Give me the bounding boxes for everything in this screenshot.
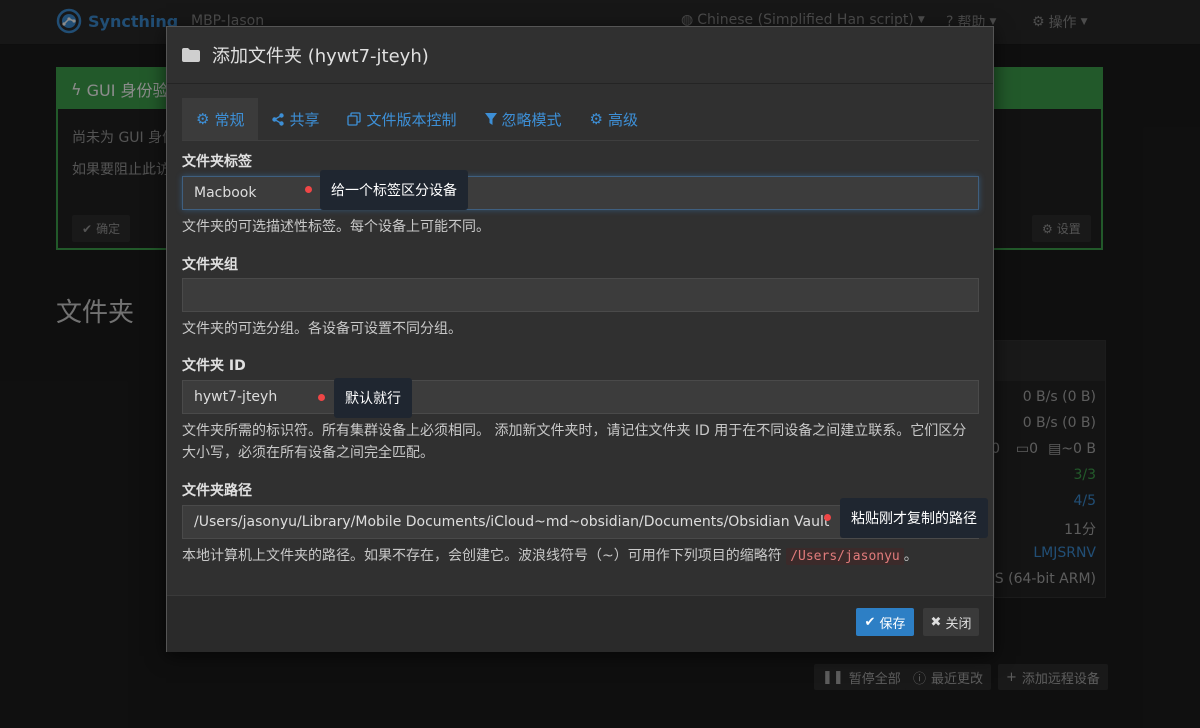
tab-advanced[interactable]: ⚙ 高级 (576, 98, 652, 140)
folder-id-input[interactable]: hywt7-jteyh (182, 380, 979, 414)
gears-icon: ⚙ (589, 110, 603, 128)
tab-ignore-label: 忽略模式 (501, 110, 562, 129)
gear-icon: ⚙ (196, 110, 210, 128)
close-label: 关闭 (945, 616, 972, 632)
tab-sharing-label: 共享 (289, 110, 320, 129)
folder-group-heading: 文件夹组 (182, 257, 238, 273)
annotation-dot (318, 394, 325, 401)
folder-path-help-end: 。 (903, 548, 918, 564)
folder-id-heading: 文件夹 ID (182, 358, 246, 374)
modal-tabs: ⚙ 常规 共享 文件版本控制 忽略模式 ⚙ 高级 (182, 98, 979, 141)
folder-path-help: 本地计算机上文件夹的路径。如果不存在，会创建它。波浪线符号（~）可用作下列项目的… (182, 545, 979, 568)
add-folder-modal: 添加文件夹 (hywt7-jteyh) ⚙ 常规 共享 文件版本控制 忽略模式 (166, 26, 994, 652)
tab-sharing[interactable]: 共享 (258, 98, 333, 140)
save-button[interactable]: ✔ 保存 (856, 608, 914, 636)
folder-icon (182, 48, 200, 62)
folder-path-heading: 文件夹路径 (182, 483, 252, 499)
close-icon: ✖ (930, 614, 942, 630)
filter-icon (484, 112, 497, 125)
folder-label-help: 文件夹的可选描述性标签。每个设备上可能不同。 (182, 219, 490, 235)
tab-ignore-patterns[interactable]: 忽略模式 (471, 98, 576, 140)
folder-id-help: 文件夹所需的标识符。所有集群设备上必须相同。 添加新文件夹时，请记住文件夹 ID… (182, 423, 967, 461)
annotation-dot (824, 514, 831, 521)
share-icon (272, 112, 285, 126)
tab-versioning-label: 文件版本控制 (366, 110, 457, 129)
folder-group-input[interactable] (182, 278, 979, 312)
tab-advanced-label: 高级 (607, 110, 638, 129)
tab-versioning[interactable]: 文件版本控制 (333, 98, 470, 140)
save-label: 保存 (879, 616, 906, 632)
modal-title: 添加文件夹 (hywt7-jteyh) (212, 46, 429, 67)
annotation-label-note: 给一个标签区分设备 (320, 170, 468, 210)
folder-label-heading: 文件夹标签 (182, 154, 252, 170)
home-path-code: /Users/jasonyu (786, 548, 904, 565)
tab-general[interactable]: ⚙ 常规 (182, 98, 259, 140)
folder-group-help: 文件夹的可选分组。各设备可设置不同分组。 (182, 321, 462, 337)
tab-general-label: 常规 (214, 110, 245, 129)
copy-icon (347, 112, 362, 126)
modal-header: 添加文件夹 (hywt7-jteyh) (167, 27, 993, 84)
folder-path-help-text: 本地计算机上文件夹的路径。如果不存在，会创建它。波浪线符号（~）可用作下列项目的… (182, 548, 782, 564)
folder-label-input[interactable]: Macbook (182, 176, 979, 210)
check-icon: ✔ (864, 614, 876, 630)
close-button[interactable]: ✖ 关闭 (923, 608, 979, 636)
annotation-path-note: 粘贴刚才复制的路径 (840, 498, 988, 538)
annotation-dot (305, 186, 312, 193)
annotation-id-note: 默认就行 (334, 378, 412, 418)
